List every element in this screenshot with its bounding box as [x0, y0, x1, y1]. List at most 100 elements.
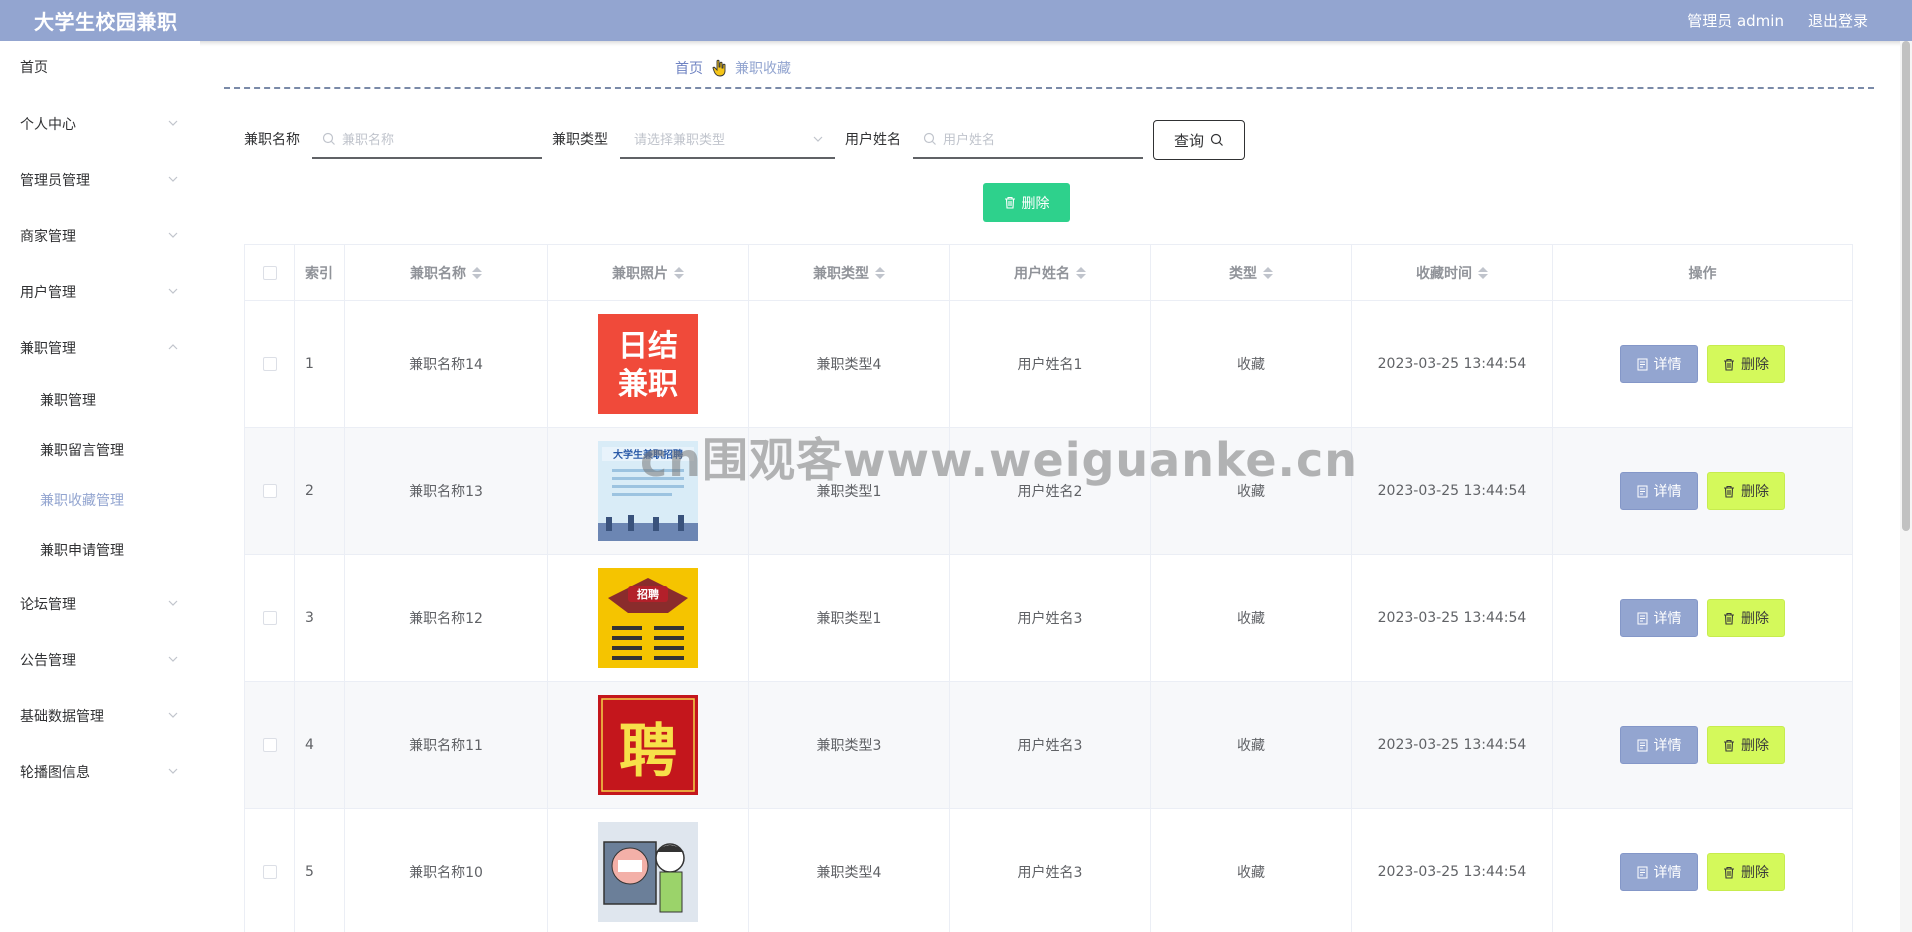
job-photo-image[interactable]: 大学生兼职招聘: [598, 441, 698, 541]
row-checkbox[interactable]: [262, 738, 277, 752]
row-time: 2023-03-25 13:44:54: [1352, 809, 1553, 932]
sidebar-item-user-management[interactable]: 用户管理: [0, 272, 190, 312]
job-photo-image[interactable]: 招聘: [598, 568, 698, 668]
row-delete-button[interactable]: 删除: [1707, 345, 1785, 383]
batch-delete-button[interactable]: 删除: [983, 183, 1070, 222]
row-delete-button[interactable]: 删除: [1707, 726, 1785, 764]
chevron-up-icon: [168, 344, 178, 350]
sort-icon[interactable]: [1478, 266, 1488, 279]
hand-pointer-icon: [712, 59, 726, 77]
row-delete-button[interactable]: 删除: [1707, 853, 1785, 891]
chevron-down-icon: [168, 120, 178, 126]
row-job-type: 兼职类型3: [749, 682, 950, 808]
chevron-down-icon: [168, 288, 178, 294]
sidebar-item-label: 公告管理: [20, 653, 76, 669]
detail-button[interactable]: 详情: [1620, 472, 1698, 510]
header-kind[interactable]: 类型: [1151, 245, 1352, 300]
header-label: 操作: [1688, 265, 1717, 282]
table-row: 3 兼职名称12 招聘 兼职类型1 用户姓名3 收藏 2023-03-25 13…: [245, 555, 1852, 682]
sidebar-item-label: 商家管理: [20, 229, 76, 245]
row-delete-label: 删除: [1741, 484, 1769, 500]
row-actions: 详情 删除: [1553, 809, 1852, 932]
sidebar-item-merchant-management[interactable]: 商家管理: [0, 216, 190, 256]
job-photo-image[interactable]: [598, 822, 698, 922]
header-job-photo[interactable]: 兼职照片: [548, 245, 749, 300]
row-time: 2023-03-25 13:44:54: [1352, 301, 1553, 427]
table-row: 5 兼职名称10 兼职类型4 用户姓名3 收藏 2023-03-25 13:44…: [245, 809, 1852, 932]
search-icon: [923, 132, 936, 145]
sort-icon[interactable]: [472, 266, 482, 279]
trash-icon: [1724, 485, 1734, 498]
query-button[interactable]: 查询: [1153, 120, 1245, 160]
logout-link[interactable]: 退出登录: [1808, 10, 1868, 31]
sidebar-subitem-job-applications[interactable]: 兼职申请管理: [0, 530, 190, 570]
row-job-type: 兼职类型1: [749, 428, 950, 554]
sidebar-item-admin-management[interactable]: 管理员管理: [0, 160, 190, 200]
row-user-name: 用户姓名2: [950, 428, 1151, 554]
breadcrumb-home[interactable]: 首页: [675, 58, 703, 78]
row-checkbox[interactable]: [262, 865, 277, 879]
header-label: 兼职照片: [612, 265, 668, 282]
detail-button[interactable]: 详情: [1620, 599, 1698, 637]
sidebar-subitem-job-messages[interactable]: 兼职留言管理: [0, 430, 190, 470]
sidebar-subitem-jobs[interactable]: 兼职管理: [0, 380, 190, 420]
row-job-name: 兼职名称14: [345, 301, 548, 427]
header-label: 用户姓名: [1014, 265, 1070, 282]
row-delete-button[interactable]: 删除: [1707, 599, 1785, 637]
batch-delete-label: 删除: [1021, 195, 1050, 212]
user-name-placeholder: 用户姓名: [943, 132, 996, 148]
row-delete-button[interactable]: 删除: [1707, 472, 1785, 510]
sidebar-item-job-management[interactable]: 兼职管理: [0, 328, 190, 368]
header-time[interactable]: 收藏时间: [1352, 245, 1553, 300]
sidebar-item-personal-center[interactable]: 个人中心: [0, 104, 190, 144]
user-name-input[interactable]: 用户姓名: [913, 119, 1143, 159]
row-actions: 详情 删除: [1553, 301, 1852, 427]
sidebar-subitem-job-favorites[interactable]: 兼职收藏管理: [0, 480, 190, 520]
detail-button-label: 详情: [1653, 357, 1682, 373]
scrollbar[interactable]: [1900, 41, 1912, 932]
table-row: 2 兼职名称13 大学生兼职招聘 兼职类型1 用户姓名2 收藏 2023-03-…: [245, 428, 1852, 555]
svg-text:兼职: 兼职: [618, 367, 678, 402]
job-photo-image[interactable]: 聘: [598, 695, 698, 795]
chevron-down-icon: [168, 600, 178, 606]
header-user-name[interactable]: 用户姓名: [950, 245, 1151, 300]
sidebar-item-forum-management[interactable]: 论坛管理: [0, 584, 190, 624]
header-label: 类型: [1229, 265, 1257, 282]
row-checkbox[interactable]: [262, 611, 277, 625]
header-job-name[interactable]: 兼职名称: [345, 245, 548, 300]
job-photo-image[interactable]: 日结 兼职: [598, 314, 698, 414]
sidebar-item-basic-data[interactable]: 基础数据管理: [0, 696, 190, 736]
detail-button[interactable]: 详情: [1620, 726, 1698, 764]
row-kind: 收藏: [1151, 555, 1352, 681]
job-name-input[interactable]: 兼职名称: [312, 119, 542, 159]
detail-button[interactable]: 详情: [1620, 853, 1698, 891]
sidebar-item-carousel[interactable]: 轮播图信息: [0, 752, 190, 792]
header-job-type[interactable]: 兼职类型: [749, 245, 950, 300]
sort-icon[interactable]: [674, 266, 684, 279]
sort-icon[interactable]: [1263, 266, 1273, 279]
row-checkbox[interactable]: [262, 357, 277, 371]
detail-button-label: 详情: [1653, 865, 1682, 881]
search-icon: [1210, 133, 1223, 146]
row-job-type: 兼职类型4: [749, 301, 950, 427]
sidebar-item-label: 兼职申请管理: [40, 543, 124, 559]
detail-button[interactable]: 详情: [1620, 345, 1698, 383]
row-kind: 收藏: [1151, 428, 1352, 554]
chevron-down-icon: [168, 232, 178, 238]
document-icon: [1637, 866, 1647, 878]
row-actions: 详情 删除: [1553, 555, 1852, 681]
sidebar-item-label: 首页: [20, 60, 48, 76]
scrollbar-thumb[interactable]: [1902, 41, 1910, 531]
sort-icon[interactable]: [1076, 266, 1086, 279]
row-time: 2023-03-25 13:44:54: [1352, 682, 1553, 808]
job-type-select[interactable]: 请选择兼职类型: [620, 119, 835, 159]
sidebar-item-notice-management[interactable]: 公告管理: [0, 640, 190, 680]
sort-icon[interactable]: [875, 266, 885, 279]
select-all-checkbox[interactable]: [262, 265, 277, 280]
favorites-table: 索引 兼职名称 兼职照片 兼职类型 用户姓名 类型 收藏时间 操作 1 兼职名称…: [244, 244, 1853, 932]
row-checkbox[interactable]: [262, 484, 277, 498]
chevron-down-icon: [168, 176, 178, 182]
row-index: 5: [295, 809, 345, 932]
user-name-label: 用户姓名: [845, 132, 901, 148]
sidebar-item-home[interactable]: 首页: [0, 47, 190, 87]
